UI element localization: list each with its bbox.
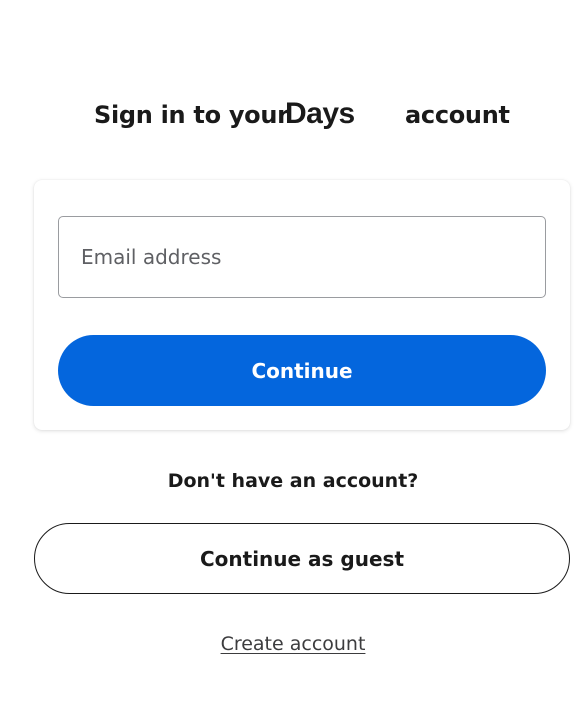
page-title-suffix: account — [405, 101, 510, 129]
sign-in-card: Continue — [34, 180, 570, 430]
sign-in-page: Sign in to your Days account Continue Do… — [0, 0, 586, 720]
no-account-prompt: Don't have an account? — [167, 470, 419, 492]
create-account-link[interactable]: Create account — [221, 633, 366, 655]
brand-logo: Days — [285, 97, 355, 130]
continue-as-guest-button[interactable]: Continue as guest — [34, 523, 570, 594]
page-title-prefix: Sign in to your — [94, 101, 289, 129]
page-title: Sign in to your Days account — [0, 96, 586, 140]
create-account-container: Create account — [0, 633, 586, 655]
email-input[interactable] — [59, 217, 545, 297]
continue-button[interactable]: Continue — [58, 335, 546, 406]
email-field[interactable] — [58, 216, 546, 298]
